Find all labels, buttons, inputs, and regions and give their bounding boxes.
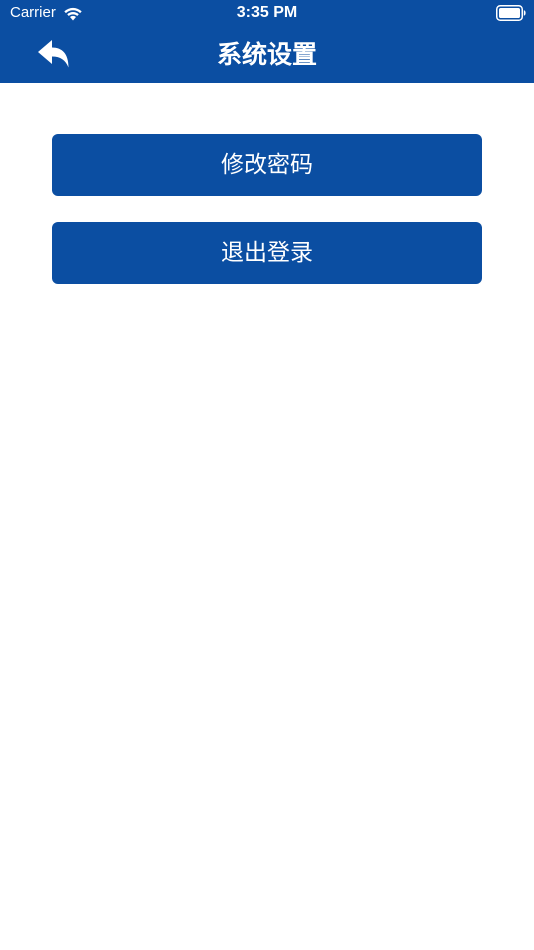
page-title: 系统设置 <box>216 40 317 69</box>
navigation-bar: 系统设置 <box>0 26 534 83</box>
back-button[interactable] <box>30 34 78 74</box>
logout-button[interactable]: 退出登录 <box>52 222 482 284</box>
status-bar: Carrier 3:35 PM <box>0 0 534 26</box>
status-time: 3:35 PM <box>236 4 298 21</box>
change-password-button[interactable]: 修改密码 <box>52 134 482 196</box>
reply-arrow-icon <box>38 40 69 68</box>
battery-full-icon <box>496 5 526 21</box>
